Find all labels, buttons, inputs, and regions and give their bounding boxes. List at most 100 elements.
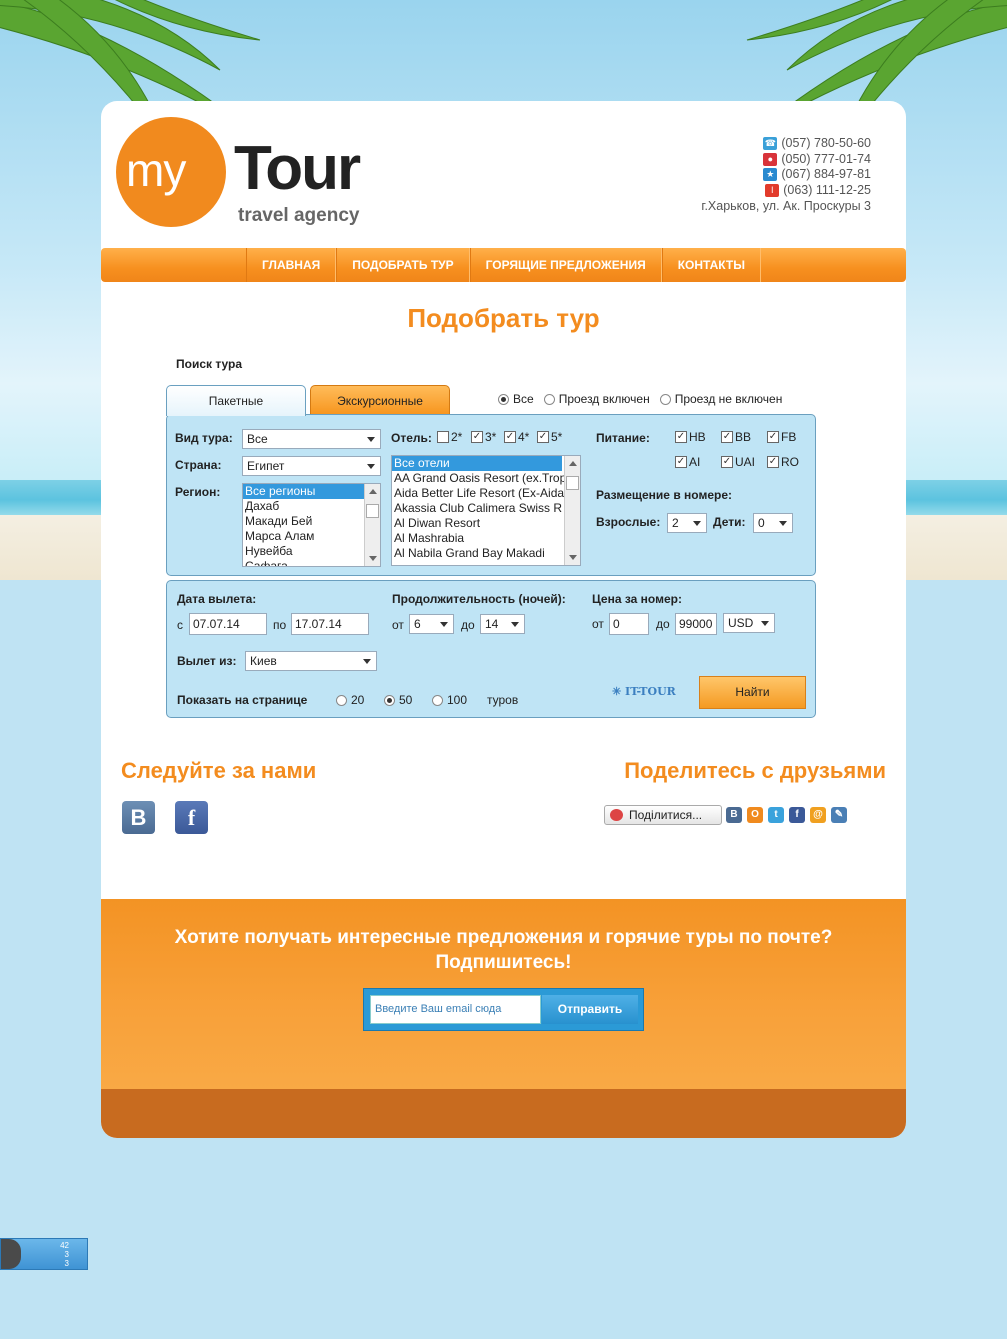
list-item[interactable]: Akassia Club Calimera Swiss R: [392, 501, 564, 516]
country-select[interactable]: Египет: [242, 456, 381, 476]
per-page-radio-20[interactable]: 20: [336, 693, 364, 707]
per-page-label: Показать на странице: [177, 693, 308, 707]
price-from-input[interactable]: 0: [609, 613, 649, 635]
adults-select[interactable]: 2: [667, 513, 707, 533]
radio-dot: [498, 393, 509, 405]
per-page-suffix: туров: [487, 693, 519, 707]
scroll-thumb[interactable]: [566, 476, 579, 490]
list-item[interactable]: Aida Better Life Resort (Ex-Aida: [392, 486, 564, 501]
transport-radio-included[interactable]: Проезд включен: [543, 392, 650, 406]
visit-counter[interactable]: 42 3 3: [0, 1238, 88, 1270]
room-label: Размещение в номере:: [596, 488, 732, 502]
tour-type-select[interactable]: Все: [242, 429, 381, 449]
select-value: 2: [672, 516, 679, 530]
facebook-share-icon[interactable]: f: [789, 807, 805, 823]
list-item[interactable]: Макади Бей: [243, 514, 380, 529]
transport-radio-not-included[interactable]: Проезд не включен: [659, 392, 782, 406]
nav-item-contacts[interactable]: КОНТАКТЫ: [661, 248, 761, 282]
phone-row: ☎ (057) 780-50-60: [701, 136, 871, 152]
kyivstar-icon: ●: [763, 152, 778, 166]
date-from-label: с: [177, 618, 183, 632]
scroll-thumb[interactable]: [366, 504, 379, 518]
find-button[interactable]: Найти: [699, 676, 806, 709]
facebook-icon[interactable]: f: [175, 801, 208, 834]
list-item[interactable]: Нувейба: [243, 544, 380, 559]
list-item[interactable]: Сафага: [243, 559, 380, 566]
star-5-checkbox[interactable]: ✓ 5*: [537, 430, 562, 444]
phone-icon: ☎: [763, 137, 778, 151]
radio-dot: [432, 694, 443, 706]
tab-package[interactable]: Пакетные: [166, 385, 306, 416]
vk-icon[interactable]: B: [122, 801, 155, 834]
meal-uai-checkbox[interactable]: ✓ UAI: [721, 455, 755, 469]
meal-bb-checkbox[interactable]: ✓ BB: [721, 430, 751, 444]
star-icon: ★: [763, 168, 778, 182]
date-to-input[interactable]: 17.07.14: [291, 613, 369, 635]
subscribe-title-line1: Хотите получать интересные предложения и…: [174, 927, 833, 948]
list-item[interactable]: Все отели: [392, 456, 562, 471]
price-label: Цена за номер:: [592, 592, 682, 606]
list-item[interactable]: Все регионы: [243, 484, 364, 499]
list-item[interactable]: AA Grand Oasis Resort (ex.Tropi: [392, 471, 564, 486]
select-value: 0: [758, 516, 765, 530]
email-field[interactable]: Введите Ваш email сюда: [370, 995, 541, 1024]
kids-select[interactable]: 0: [753, 513, 793, 533]
meal-hb-checkbox[interactable]: ✓ HB: [675, 430, 706, 444]
region-list[interactable]: Все регионы Дахаб Макади Бей Марса Алам …: [242, 483, 381, 567]
checkbox-label: AI: [689, 455, 701, 469]
scroll-down-icon[interactable]: [569, 555, 577, 560]
list-item[interactable]: Al Diwan Resort: [392, 516, 580, 531]
date-from-input[interactable]: 07.07.14: [189, 613, 267, 635]
list-item[interactable]: Дахаб: [243, 499, 380, 514]
tour-type-label: Вид тура:: [175, 431, 233, 445]
select-value: USD: [728, 616, 754, 630]
hotel-list[interactable]: Все отели AA Grand Oasis Resort (ex.Trop…: [391, 455, 581, 566]
tab-excursion[interactable]: Экскурсионные: [310, 385, 450, 414]
meal-ro-checkbox[interactable]: ✓ RO: [767, 455, 799, 469]
nav-item-home[interactable]: ГЛАВНАЯ: [246, 248, 337, 282]
twitter-share-icon[interactable]: t: [768, 807, 784, 823]
nav-item-hot-offers[interactable]: ГОРЯЩИЕ ПРЕДЛОЖЕНИЯ: [469, 248, 662, 282]
scroll-down-icon[interactable]: [369, 556, 377, 561]
meal-ai-checkbox[interactable]: ✓ AI: [675, 455, 700, 469]
counter-value: 3: [64, 1250, 69, 1259]
scroll-up-icon[interactable]: [369, 489, 377, 494]
mail-share-icon[interactable]: @: [810, 807, 826, 823]
list-item[interactable]: Марса Алам: [243, 529, 380, 544]
chevron-down-icon: [440, 622, 448, 627]
checkmark-icon: ✓: [767, 431, 779, 443]
odnoklassniki-share-icon[interactable]: O: [747, 807, 763, 823]
nav-item-find-tour[interactable]: ПОДОБРАТЬ ТУР: [336, 248, 470, 282]
duration-to-label: до: [461, 618, 475, 632]
livejournal-share-icon[interactable]: ✎: [831, 807, 847, 823]
main-nav: ГЛАВНАЯ ПОДОБРАТЬ ТУР ГОРЯЩИЕ ПРЕДЛОЖЕНИ…: [101, 248, 906, 282]
city-select[interactable]: Киев: [245, 651, 377, 671]
subscribe-button[interactable]: Отправить: [542, 995, 638, 1024]
transport-radio-group: Все Проезд включен Проезд не включен: [498, 392, 782, 406]
page-title: Подобрать тур: [407, 303, 600, 333]
price-to-input[interactable]: 99000: [675, 613, 717, 635]
ittour-logo[interactable]: ✳ IT-TOUR: [612, 685, 676, 698]
scroll-up-icon[interactable]: [569, 461, 577, 466]
meal-fb-checkbox[interactable]: ✓ FB: [767, 430, 796, 444]
per-page-radio-50[interactable]: 50: [384, 693, 412, 707]
scrollbar[interactable]: [564, 456, 580, 565]
logo-subtitle: travel agency: [238, 205, 360, 226]
currency-select[interactable]: USD: [723, 613, 775, 633]
radio-dot: [384, 694, 395, 706]
meals-label: Питание:: [596, 431, 650, 445]
star-4-checkbox[interactable]: ✓ 4*: [504, 430, 529, 444]
per-page-radio-100[interactable]: 100: [432, 693, 467, 707]
star-2-checkbox[interactable]: 2*: [437, 430, 462, 444]
chevron-down-icon: [511, 622, 519, 627]
duration-to-select[interactable]: 14: [480, 614, 525, 634]
star-3-checkbox[interactable]: ✓ 3*: [471, 430, 496, 444]
duration-from-select[interactable]: 6: [409, 614, 454, 634]
checkbox-label: UAI: [735, 455, 756, 469]
vk-share-icon[interactable]: В: [726, 807, 742, 823]
list-item[interactable]: Al Nabila Grand Bay Makadi: [392, 546, 580, 561]
scrollbar[interactable]: [364, 484, 380, 566]
list-item[interactable]: Al Mashrabia: [392, 531, 580, 546]
share-button[interactable]: Поділитися...: [604, 805, 722, 825]
transport-radio-all[interactable]: Все: [498, 392, 534, 406]
